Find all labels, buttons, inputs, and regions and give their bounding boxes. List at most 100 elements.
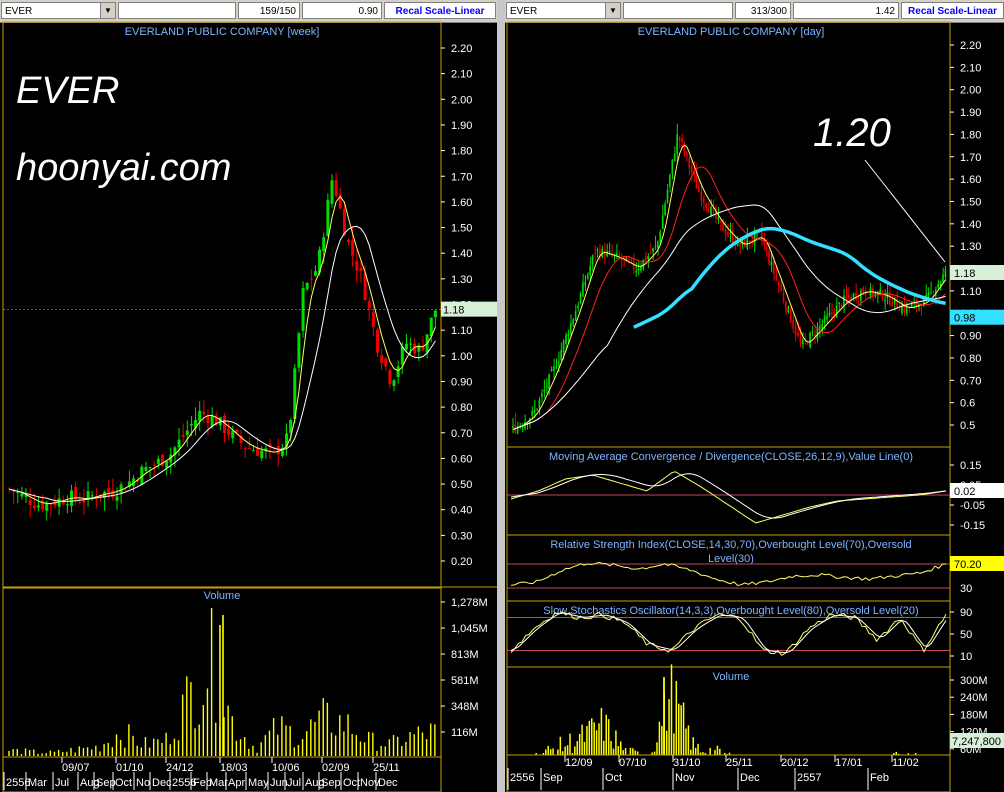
left-price-tick-label: 0.60	[451, 453, 472, 465]
daily-candle	[538, 399, 541, 408]
daily-candle	[818, 325, 821, 330]
left-volume-tick-label: 116M	[451, 727, 478, 739]
left-price-tick-label: 0.80	[451, 402, 472, 414]
weekly-candle	[367, 301, 371, 309]
left-month-label: May	[248, 777, 269, 789]
left-price-marker: 1.18	[443, 305, 464, 317]
daily-candle	[591, 255, 594, 265]
daily-candle	[768, 251, 770, 264]
stoch-tick-label: 10	[960, 651, 972, 663]
weekly-candle	[251, 450, 255, 452]
weekly-candle	[74, 486, 78, 500]
weekly-price-chart[interactable]: EVERLAND PUBLIC COMPANY [week] 2.20 2.10 2.…	[0, 0, 497, 792]
daily-candle	[777, 282, 780, 286]
daily-price-chart[interactable]: EVERLAND PUBLIC COMPANY [day] 2.20 2.10 2.0…	[505, 0, 1004, 792]
weekly-candle	[388, 370, 392, 385]
weekly-candle	[384, 358, 388, 367]
daily-candle	[843, 295, 845, 307]
daily-candle	[652, 248, 654, 253]
right-date-label: 17/01	[835, 757, 863, 769]
daily-candle	[560, 350, 562, 361]
weekly-candle	[181, 434, 185, 437]
left-price-tick-label: 0.90	[451, 376, 472, 388]
left-price-tick-label: 0.30	[451, 530, 472, 542]
weekly-candle	[256, 447, 260, 456]
left-price-tick-label: 1.90	[451, 120, 472, 132]
daily-candle	[577, 305, 579, 309]
daily-candle	[640, 266, 642, 271]
left-chart-title: EVERLAND PUBLIC COMPANY [week]	[125, 26, 320, 38]
weekly-candle	[152, 464, 156, 466]
daily-candle	[773, 261, 775, 274]
right-price-tick-label: 1.30	[960, 241, 981, 253]
daily-candle	[828, 312, 831, 316]
daily-candle	[901, 306, 903, 314]
weekly-candle	[144, 467, 148, 471]
right-month-label: Nov	[675, 772, 695, 784]
daily-candle	[835, 305, 838, 318]
daily-candle	[811, 331, 814, 333]
daily-candle	[942, 274, 944, 282]
weekly-candle	[330, 180, 334, 204]
left-volume-tick-label: 581M	[451, 675, 479, 687]
daily-candle	[821, 324, 823, 329]
daily-candle	[661, 215, 664, 230]
watermark-site: hoonyai.com	[16, 147, 231, 189]
left-month-label: Jul	[55, 777, 69, 789]
weekly-candle	[148, 467, 152, 469]
weekly-candle	[227, 428, 231, 435]
left-volume-tick-label: 813M	[451, 649, 479, 661]
weekly-candle	[247, 447, 251, 449]
price-annotation: 1.20	[813, 111, 891, 155]
left-price-tick-label: 1.70	[451, 171, 472, 183]
left-month-label: Dec	[152, 777, 172, 789]
daily-candle	[823, 316, 826, 324]
daily-candle	[541, 393, 543, 397]
daily-candle	[922, 298, 925, 307]
weekly-candle	[90, 495, 94, 497]
right-month-label: 2557	[797, 772, 821, 784]
daily-candle	[512, 425, 514, 428]
daily-candle	[930, 291, 932, 293]
daily-candle	[664, 203, 666, 216]
left-price-tick-label: 2.20	[451, 43, 472, 55]
weekly-candle	[107, 487, 111, 494]
right-price-tick-label: 1.70	[960, 152, 981, 164]
right-price-tick-label: 1.80	[960, 129, 981, 141]
daily-candle	[584, 281, 587, 286]
weekly-candle	[36, 505, 40, 508]
weekly-candle	[334, 180, 338, 196]
macd-marker: 0.02	[954, 486, 975, 498]
right-date-label: 12/09	[565, 757, 593, 769]
weekly-candle	[16, 492, 20, 494]
left-price-tick-label: 1.80	[451, 146, 472, 158]
rsi-tick-label: 30	[960, 583, 972, 595]
daily-candle	[671, 159, 674, 174]
daily-candle	[705, 204, 707, 209]
weekly-candle	[115, 496, 119, 501]
right-month-label: 2556	[510, 772, 534, 784]
left-volume-frame	[2, 587, 442, 758]
right-volume-marker: 7,247,800	[952, 736, 1001, 748]
stoch-tick-label: 50	[960, 629, 972, 641]
weekly-candle	[359, 267, 363, 271]
right-date-label: 11/02	[892, 757, 919, 769]
weekly-candle	[309, 278, 313, 280]
panel-divider[interactable]	[497, 0, 505, 792]
weekly-candle	[165, 461, 169, 468]
daily-candle	[727, 232, 729, 236]
right-date-label: 31/10	[673, 757, 701, 769]
left-month-label: Sep	[321, 777, 341, 789]
left-date-label: 18/03	[220, 762, 248, 774]
weekly-candle	[355, 260, 359, 271]
weekly-candle	[123, 489, 127, 491]
daily-candle	[567, 334, 570, 337]
daily-candle	[710, 206, 712, 216]
left-month-label: Jul	[287, 777, 301, 789]
weekly-candle	[322, 237, 326, 252]
weekly-candle	[28, 499, 32, 505]
left-price-tick-label: 1.00	[451, 351, 472, 363]
weekly-candle	[392, 380, 396, 386]
right-price-tick-label: 2.00	[960, 85, 981, 97]
weekly-candle	[185, 430, 189, 435]
